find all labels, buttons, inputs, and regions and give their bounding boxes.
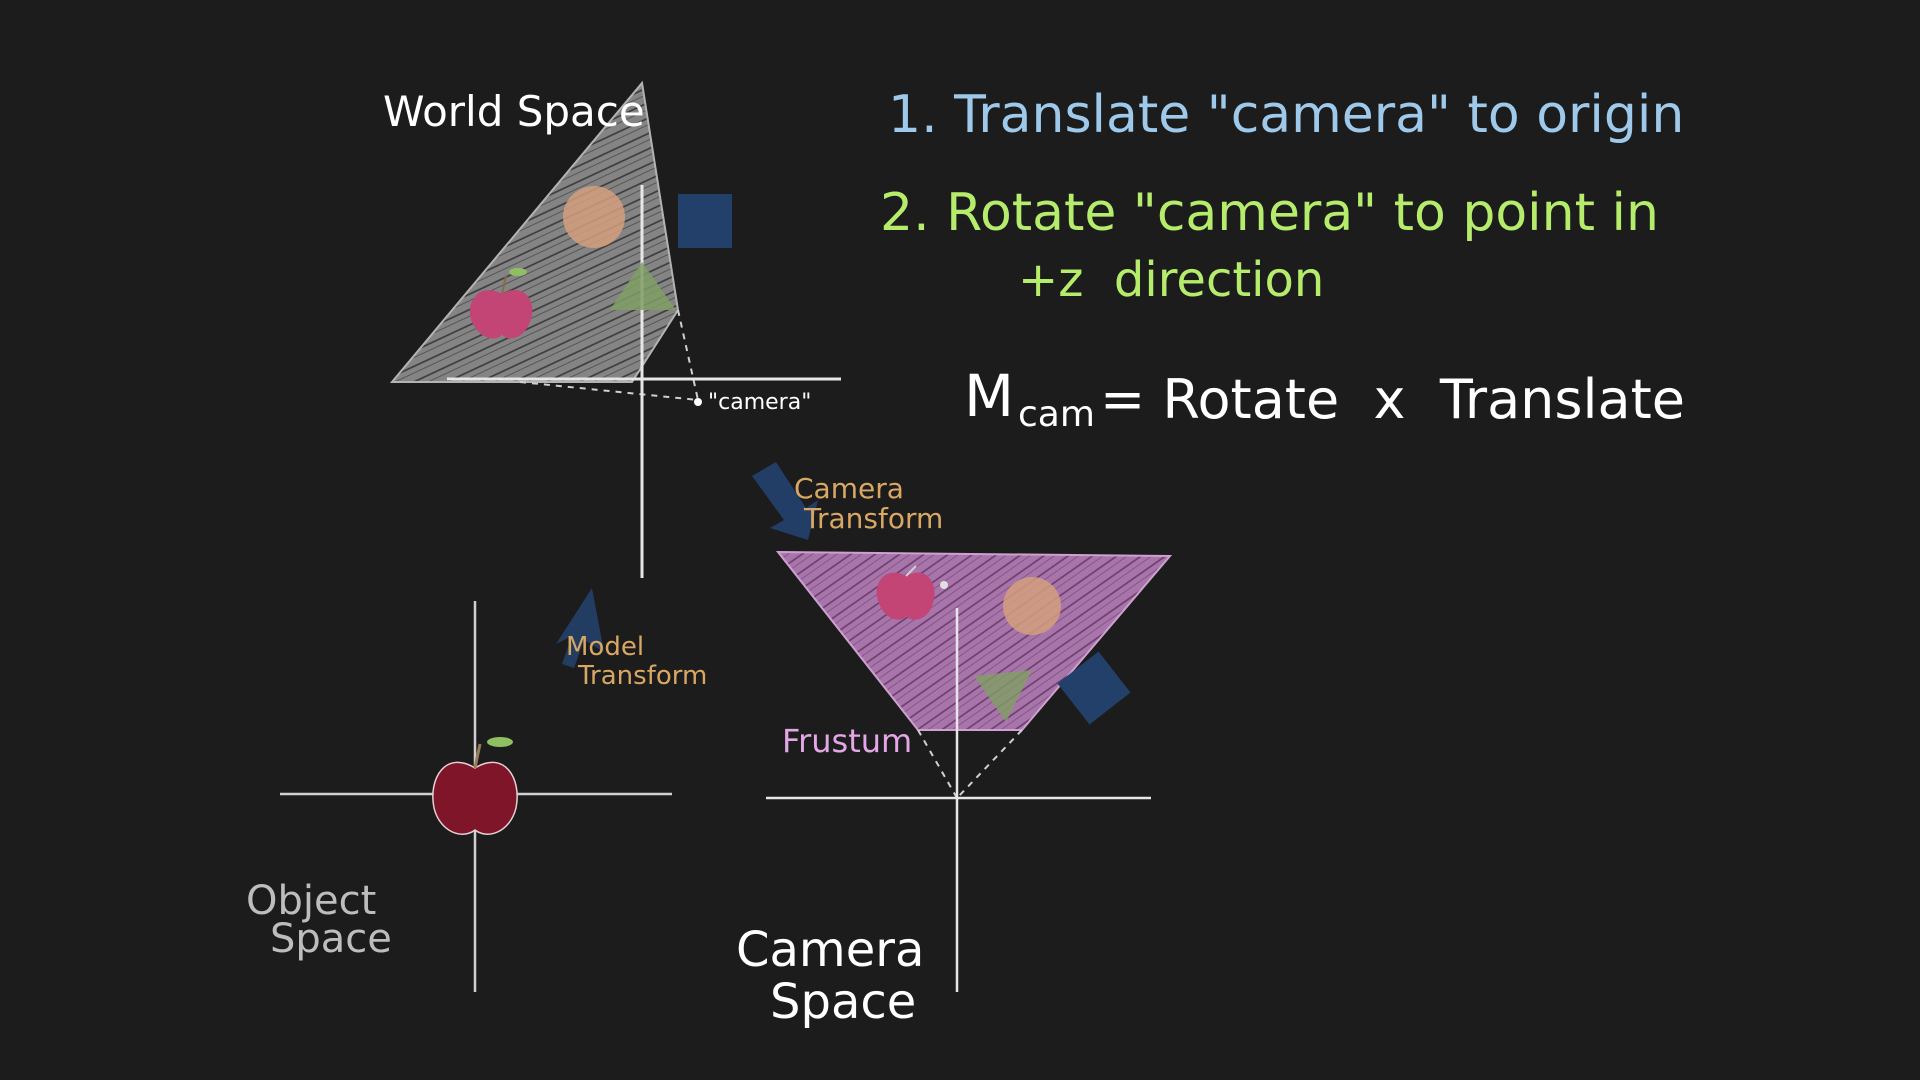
camera-transform-label-line2: Transform bbox=[803, 502, 943, 535]
step-2-text-line2: +z direction bbox=[1018, 252, 1324, 308]
world-camera-dash-1 bbox=[677, 309, 699, 401]
world-orange-circle bbox=[563, 186, 625, 248]
camera-space-title-line1: Camera bbox=[736, 922, 924, 978]
frustum-dash-left bbox=[917, 729, 958, 799]
world-space-title: World Space bbox=[383, 87, 645, 136]
equation-rhs: = Rotate x Translate bbox=[1100, 368, 1685, 431]
model-transform-label-line2: Transform bbox=[577, 661, 707, 691]
camera-orange-circle bbox=[1003, 577, 1061, 635]
model-transform-group: Model Transform bbox=[556, 588, 707, 691]
model-transform-label-line1: Model bbox=[566, 632, 644, 662]
step-2-text-line1: 2. Rotate "camera" to point in bbox=[880, 183, 1659, 243]
equation-subscript: cam bbox=[1018, 394, 1095, 435]
equation-lhs: M bbox=[964, 362, 1014, 430]
world-camera-dash-2 bbox=[519, 381, 699, 401]
camera-transform-group: Camera Transform bbox=[752, 462, 943, 540]
frustum-dash-right bbox=[956, 729, 1023, 799]
camera-transform-label-line1: Camera bbox=[794, 472, 904, 505]
step-1-text: 1. Translate "camera" to origin bbox=[888, 85, 1684, 145]
world-camera-label: "camera" bbox=[708, 390, 811, 415]
world-navy-square bbox=[678, 194, 732, 248]
camera-space-group: Frustum Camera Space bbox=[736, 550, 1173, 1030]
steps-group: 1. Translate "camera" to origin 2. Rotat… bbox=[880, 85, 1684, 308]
world-camera-point bbox=[694, 398, 702, 406]
frustum-label: Frustum bbox=[782, 722, 912, 760]
equation-group: M cam = Rotate x Translate bbox=[964, 362, 1685, 435]
camera-space-title-line2: Space bbox=[770, 974, 916, 1030]
diagram-canvas: "camera" World Space Object Space Model … bbox=[246, 80, 1685, 1030]
object-space-title-line2: Space bbox=[270, 916, 392, 962]
